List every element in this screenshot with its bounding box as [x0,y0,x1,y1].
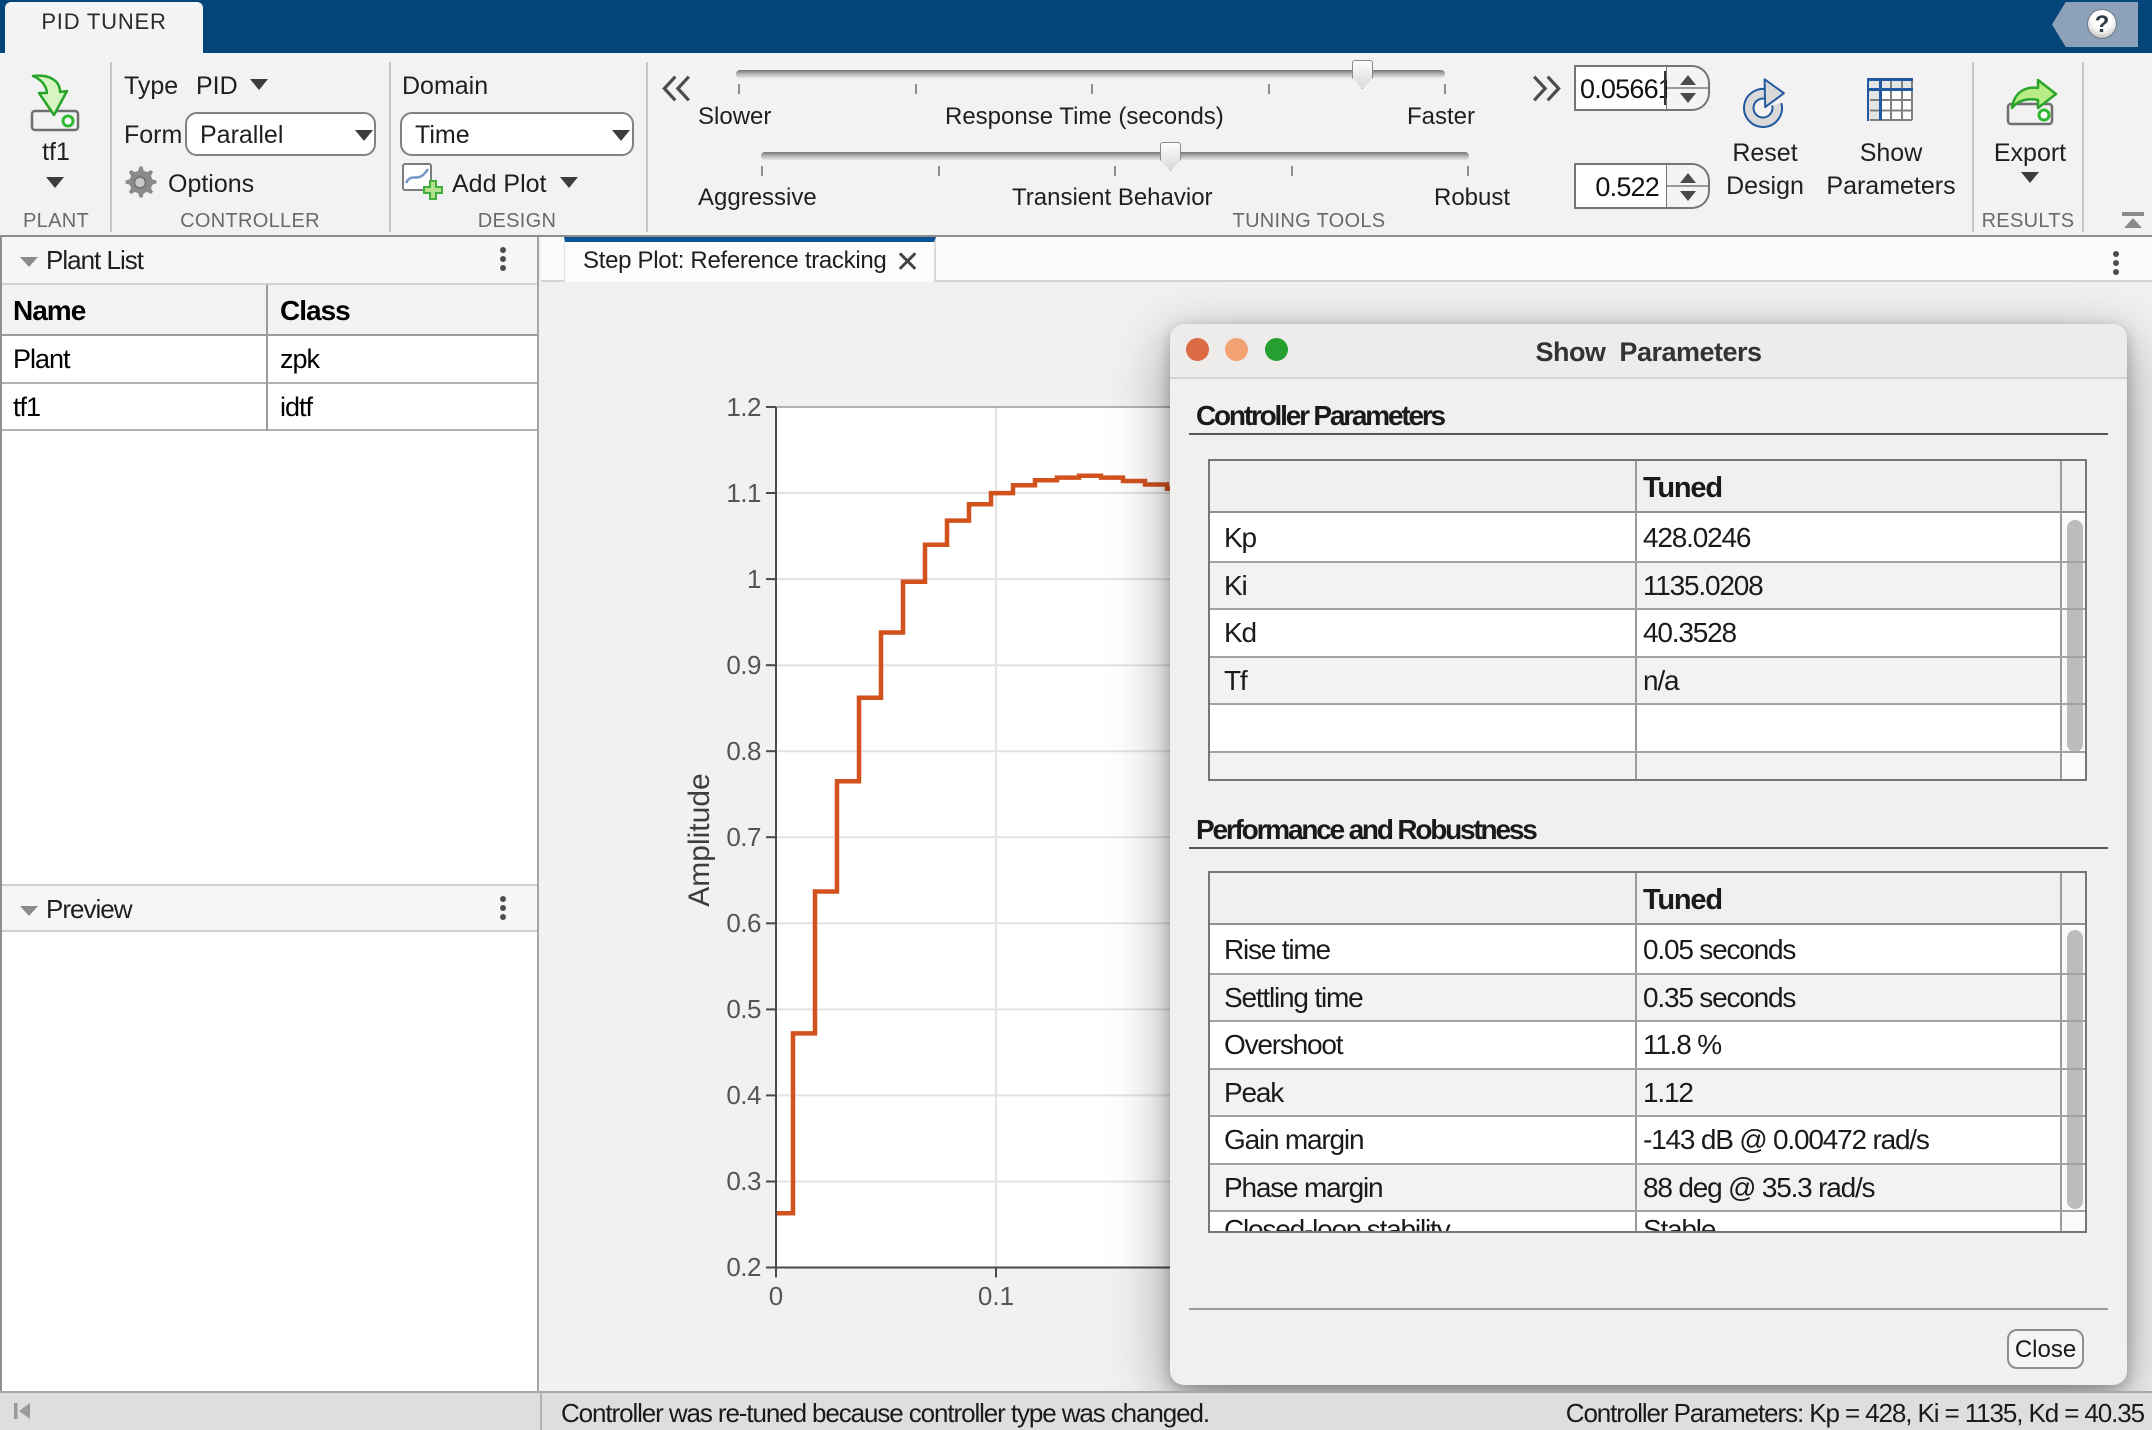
svg-text:1.1: 1.1 [726,478,761,508]
svg-text:1: 1 [747,564,761,594]
svg-text:0.1: 0.1 [978,1281,1014,1311]
svg-text:1.2: 1.2 [726,392,761,422]
svg-text:Amplitude: Amplitude [683,773,716,906]
svg-text:0.2: 0.2 [726,1252,761,1282]
svg-text:0.9: 0.9 [726,650,761,680]
svg-text:0: 0 [769,1281,783,1311]
svg-text:0.8: 0.8 [726,736,761,766]
svg-text:0.4: 0.4 [726,1080,761,1110]
svg-text:0.5: 0.5 [726,994,761,1024]
svg-text:0.7: 0.7 [726,822,761,852]
svg-text:0.6: 0.6 [726,908,761,938]
svg-text:0.3: 0.3 [726,1166,761,1196]
